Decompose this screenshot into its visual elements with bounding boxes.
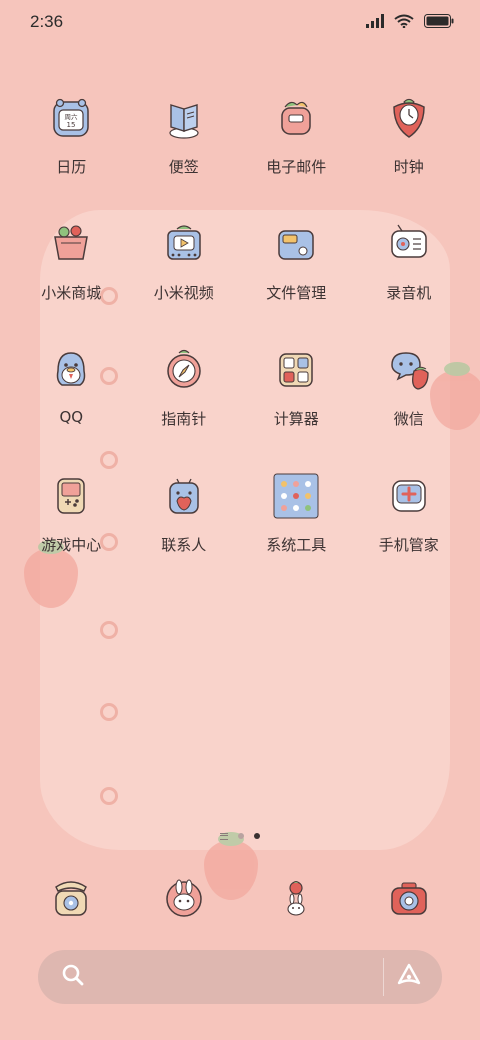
app-wechat[interactable]: 微信 — [353, 342, 466, 468]
compass-icon — [156, 342, 212, 398]
messages-bunny-icon[interactable] — [156, 870, 212, 926]
folder-icon — [268, 216, 324, 272]
app-grid: 周六 15 日历 便签 电子邮件 时钟 小米商城 小米视频 文件管理 录音机 Q… — [15, 90, 465, 594]
app-label: QQ — [59, 408, 84, 426]
calendar-weekday: 周六 — [65, 112, 79, 121]
app-video[interactable]: 小米视频 — [128, 216, 241, 342]
page-indicator[interactable] — [0, 830, 480, 842]
wallpaper-handwriting — [100, 610, 400, 650]
calendar-icon: 周六 15 — [43, 90, 99, 146]
wechat-icon — [381, 342, 437, 398]
email-icon — [268, 90, 324, 146]
game-console-icon — [43, 468, 99, 524]
app-calculator[interactable]: 计算器 — [240, 342, 353, 468]
calculator-icon — [268, 342, 324, 398]
app-label: 微信 — [393, 410, 424, 428]
video-icon — [156, 216, 212, 272]
clock-time: 2:36 — [30, 12, 64, 31]
wallpaper-handwriting — [100, 776, 400, 816]
notes-icon — [156, 90, 212, 146]
app-clock[interactable]: 时钟 — [353, 90, 466, 216]
dock — [15, 870, 465, 930]
app-contacts[interactable]: 联系人 — [128, 468, 241, 594]
clock-icon — [381, 90, 437, 146]
recorder-icon — [381, 216, 437, 272]
app-notes[interactable]: 便签 — [128, 90, 241, 216]
app-security[interactable]: 手机管家 — [353, 468, 466, 594]
signal-icon — [366, 13, 384, 32]
security-icon — [381, 468, 437, 524]
contacts-icon — [156, 468, 212, 524]
app-recorder[interactable]: 录音机 — [353, 216, 466, 342]
app-label: 计算器 — [273, 410, 319, 428]
search-divider — [383, 958, 384, 996]
app-email[interactable]: 电子邮件 — [240, 90, 353, 216]
app-label: 录音机 — [386, 284, 432, 302]
camera-icon[interactable] — [381, 870, 437, 926]
app-label: 手机管家 — [378, 536, 439, 554]
phone-icon[interactable] — [43, 870, 99, 926]
app-game-center[interactable]: 游戏中心 — [15, 468, 128, 594]
app-label: 小米商城 — [41, 284, 102, 302]
app-label: 电子邮件 — [266, 158, 327, 176]
calendar-day: 15 — [67, 121, 76, 129]
app-label: 游戏中心 — [41, 536, 102, 554]
app-label: 时钟 — [393, 158, 424, 176]
app-label: 联系人 — [161, 536, 207, 554]
app-label: 指南针 — [161, 410, 207, 428]
status-bar: 2:36 — [0, 0, 480, 44]
page-dot-active[interactable] — [254, 833, 260, 839]
app-shop[interactable]: 小米商城 — [15, 216, 128, 342]
app-label: 小米视频 — [153, 284, 214, 302]
app-label: 便签 — [168, 158, 199, 176]
page-indicator-menu-icon[interactable] — [220, 832, 228, 840]
qq-penguin-icon — [43, 342, 99, 398]
app-label: 文件管理 — [266, 284, 327, 302]
voice-assistant-icon[interactable] — [396, 962, 422, 992]
search-icon[interactable] — [60, 962, 86, 992]
system-tools-folder-icon — [268, 468, 324, 524]
app-compass[interactable]: 指南针 — [128, 342, 241, 468]
browser-bunny-icon[interactable] — [268, 870, 324, 926]
status-icons — [366, 13, 454, 32]
app-label: 系统工具 — [266, 536, 327, 554]
app-calendar[interactable]: 周六 15 日历 — [15, 90, 128, 216]
app-files[interactable]: 文件管理 — [240, 216, 353, 342]
search-bar[interactable] — [38, 950, 442, 1004]
wifi-icon — [394, 13, 414, 32]
app-qq[interactable]: QQ — [15, 342, 128, 468]
app-system-tools[interactable]: 系统工具 — [240, 468, 353, 594]
app-label: 日历 — [56, 158, 87, 176]
battery-icon — [424, 13, 454, 32]
shop-icon — [43, 216, 99, 272]
wallpaper-handwriting — [100, 692, 400, 732]
page-dot[interactable] — [238, 833, 244, 839]
